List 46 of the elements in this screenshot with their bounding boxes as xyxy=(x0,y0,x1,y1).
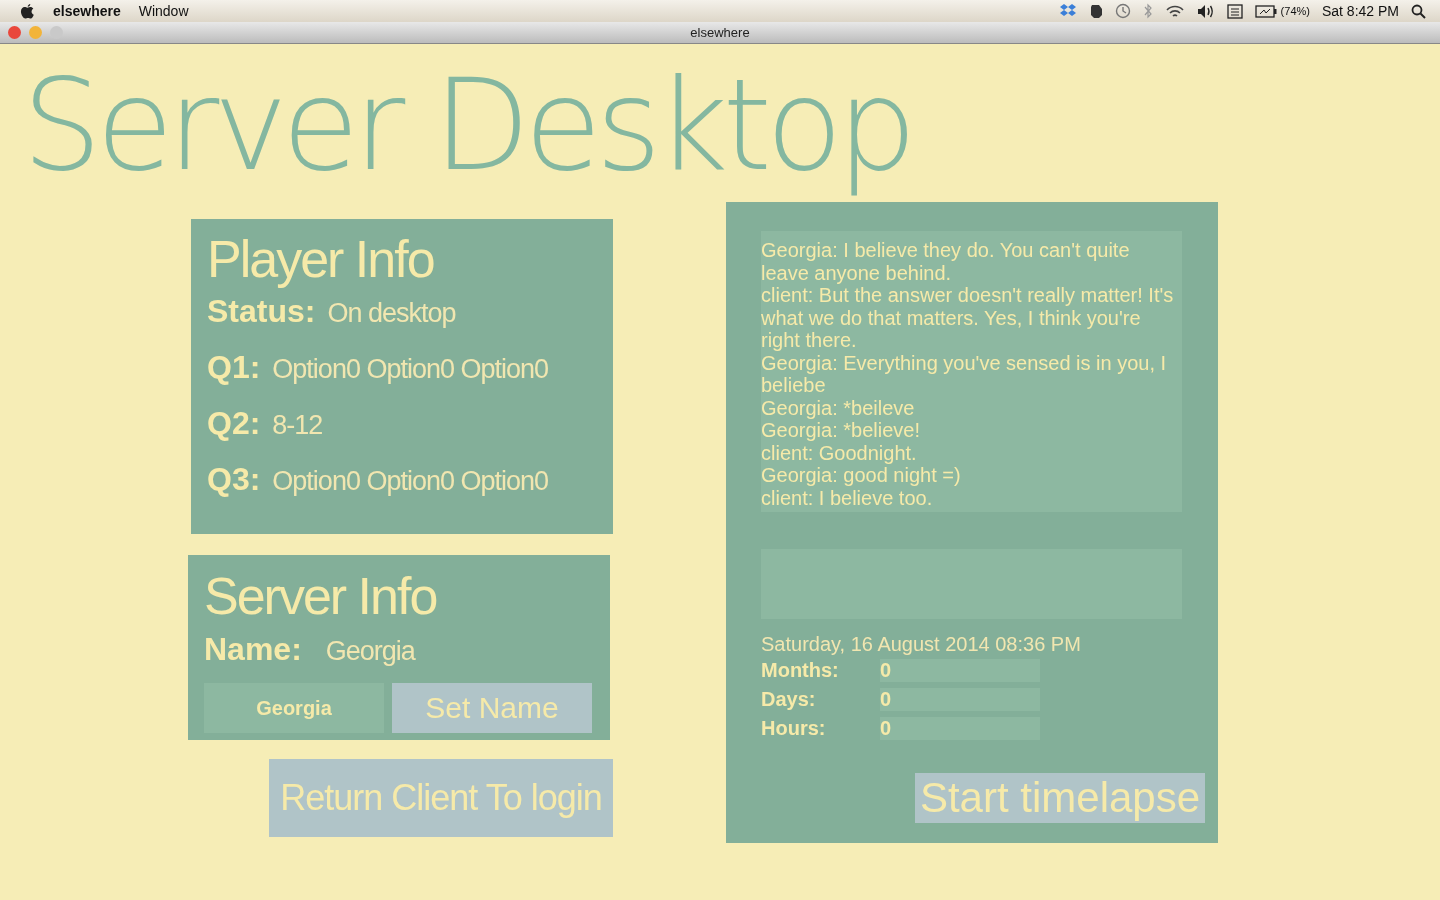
number-field[interactable]: 0 xyxy=(880,688,1040,711)
field-label: Name: xyxy=(204,631,302,668)
field-label: Months: xyxy=(761,659,840,682)
battery-icon[interactable] xyxy=(1254,4,1277,18)
chat-message: Georgia: *beileve xyxy=(761,396,916,419)
field-label: Q1: xyxy=(207,349,261,386)
field-label: Status: xyxy=(207,293,316,330)
apple-icon[interactable] xyxy=(20,2,35,20)
field-value: Georgia xyxy=(325,636,415,667)
panel-title: Player Info xyxy=(207,229,435,290)
return-client-button[interactable]: Return Client To login xyxy=(269,759,613,837)
chat-message: Georgia: I believe they do. You can't quite leave anyone behind. xyxy=(761,239,1131,284)
keyboard-icon[interactable] xyxy=(1226,3,1243,19)
search-icon[interactable] xyxy=(1411,3,1426,19)
menu-clock[interactable]: Sat 8:42 PM xyxy=(1321,3,1399,19)
field-label: Days: xyxy=(761,688,817,711)
name-field[interactable]: Georgia xyxy=(204,683,384,733)
chat-message: client: Goodnight. xyxy=(761,441,918,464)
number-field[interactable]: 0 xyxy=(880,717,1040,740)
panel-title: Server Info xyxy=(204,566,438,627)
chat-message: client: I believe too. xyxy=(761,486,934,509)
battery-percent: (74%) xyxy=(1280,5,1310,17)
chat-message: Georgia: Everything you've sensed is in you, I beliebe xyxy=(761,351,1168,397)
number-field[interactable]: 0 xyxy=(880,659,1040,682)
set-name-button[interactable]: Set Name xyxy=(392,683,592,733)
app-menu[interactable]: elsewhere xyxy=(53,3,121,19)
chat-message: Georgia: good night =) xyxy=(761,464,962,487)
timestamp: Saturday, 16 August 2014 08:36 PM xyxy=(761,633,1082,656)
window-title: elsewhere xyxy=(690,25,750,40)
chat-message: client: But the answer doesn't really matter! It's what we do that matters. Yes, I think you're right there. xyxy=(761,284,1175,352)
field-value: Option0 Option0 Option0 xyxy=(272,466,549,497)
speaker-icon[interactable] xyxy=(1196,3,1215,19)
chat-message: Georgia: *believe! xyxy=(761,419,921,442)
close-button[interactable] xyxy=(8,26,21,39)
field-label: Hours: xyxy=(761,717,827,740)
field-label: Q3: xyxy=(207,461,261,498)
menu-item[interactable]: Window xyxy=(138,3,189,19)
start-timelapse-button[interactable]: Start timelapse xyxy=(915,773,1205,823)
wifi-icon[interactable] xyxy=(1164,3,1185,19)
field-value: Option0 Option0 Option0 xyxy=(272,354,549,385)
field-label: Q2: xyxy=(207,405,261,442)
clock-icon[interactable] xyxy=(1114,3,1131,19)
dropbox-icon[interactable] xyxy=(1058,3,1077,19)
field-value: 8-12 xyxy=(272,410,323,441)
app-title: Server Desktop xyxy=(22,56,912,201)
field-value: On desktop xyxy=(327,298,456,329)
